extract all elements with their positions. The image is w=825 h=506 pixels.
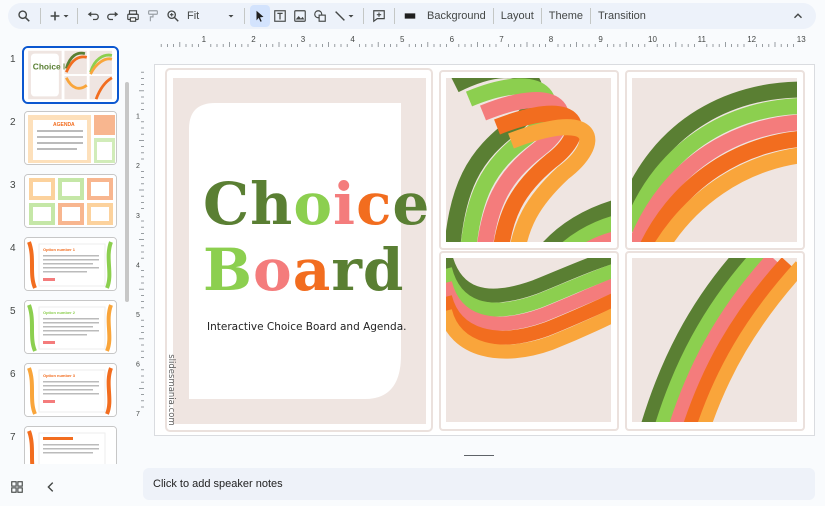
slide-number: 1 [10,54,16,65]
toolbar-divider [363,8,364,24]
search-menus-icon[interactable] [14,5,34,27]
add-comment-icon[interactable] [369,5,389,27]
slide-number: 4 [10,243,16,254]
slide-title[interactable]: Choice Board [203,175,430,299]
ruler-label: 5 [136,312,140,319]
toolbar-divider [244,8,245,24]
fill-color-icon[interactable] [400,5,420,27]
ruler-label: 11 [698,35,707,44]
print-icon[interactable] [123,5,143,27]
slide-number: 3 [10,180,16,191]
filmstrip-slide-3[interactable]: 3 [0,174,134,232]
ruler-label: 3 [136,213,140,220]
filmstrip-slide-5[interactable]: 5 Option number 2 [0,300,134,358]
filmstrip-slide-1[interactable]: 1 Choice Board [0,46,134,106]
ruler-label: 6 [450,35,455,44]
slide-number: 5 [10,306,16,317]
slide-thumbnail[interactable]: Option number 2 [24,300,117,354]
title-letter: i [333,170,357,238]
vertical-ruler: 1 2 3 4 5 6 7 [136,71,144,418]
filmstrip-slide-2[interactable]: 2 AGENDA [0,111,134,169]
ruler-label: 2 [136,163,140,170]
title-letter: c [356,170,393,238]
ruler-label: 4 [136,262,140,269]
filmstrip-slide-4[interactable]: 4 Option number 1 [0,237,134,295]
title-line-2: Board [203,241,430,299]
title-letter: o [253,236,293,304]
thumb-title: Option number 1 [43,247,76,252]
select-cursor-icon[interactable] [250,5,270,27]
thumb-title: Option number 3 [43,373,76,378]
slide-thumbnail[interactable]: Choice Board [22,46,119,104]
toolbar-divider [394,8,395,24]
ruler-label: 7 [499,35,504,44]
title-letter: C [203,170,251,238]
line-icon[interactable] [330,5,358,27]
ruler-label: 7 [136,411,140,418]
grid-view-icon[interactable] [10,480,24,499]
notes-resize-handle[interactable] [464,455,494,456]
slide-thumbnail[interactable] [24,174,117,228]
toolbar-divider [40,8,41,24]
filmstrip-controls [10,480,58,499]
ruler-label: 13 [797,35,806,44]
slide-thumbnail[interactable] [24,426,117,464]
title-letter: d [362,236,405,304]
background-button[interactable]: Background [420,5,493,27]
thumb-title: AGENDA [53,122,75,128]
ruler-label: 2 [251,35,256,44]
zoom-icon[interactable] [163,5,183,27]
ruler-label: 5 [400,35,405,44]
slide-thumbnail[interactable]: AGENDA [24,111,117,165]
ruler-label: 6 [136,362,140,369]
filmstrip-slide-6[interactable]: 6 Option number 3 [0,363,134,421]
ruler-label: 12 [747,35,756,44]
thumb-title: Option number 2 [43,310,76,315]
ruler-label: 10 [648,35,657,44]
title-letter: e [392,170,431,238]
undo-icon[interactable] [83,5,103,27]
slide-thumbnail[interactable]: Option number 1 [24,237,117,291]
ruler-label: 9 [598,35,603,44]
image-icon[interactable] [290,5,310,27]
zoom-value: Fit [187,10,200,22]
slide-number: 2 [10,117,16,128]
speaker-notes-input[interactable]: Click to add speaker notes [143,470,815,498]
filmstrip-scrollbar[interactable] [125,82,129,302]
zoom-select[interactable]: Fit [183,5,239,27]
title-letter: a [292,236,332,304]
text-box-icon[interactable] [270,5,290,27]
ruler-label: 4 [350,35,355,44]
title-letter: r [331,236,363,304]
layout-button[interactable]: Layout [494,5,541,27]
shape-icon[interactable] [310,5,330,27]
new-slide-button[interactable] [46,5,72,27]
ruler-label: 1 [136,114,140,121]
title-line-1: Choice [203,175,430,233]
slide-subtitle[interactable]: Interactive Choice Board and Agenda. [207,321,407,333]
chevron-up-icon[interactable] [788,5,808,27]
slide-number: 6 [10,369,16,380]
paint-format-icon[interactable] [143,5,163,27]
filmstrip-slide-7[interactable]: 7 [0,426,134,464]
theme-button[interactable]: Theme [542,5,590,27]
horizontal-ruler: 1 2 3 4 5 6 7 8 9 10 11 12 13 [160,35,806,47]
slide-filmstrip: 1 Choice Board 2 AGENDA 3 4 Option numbe… [0,34,134,464]
title-letter: o [293,170,334,238]
ruler-label: 3 [301,35,306,44]
slide-credit: slidesmania.com [166,354,176,426]
slide-number: 7 [10,432,16,443]
transition-button[interactable]: Transition [591,5,653,27]
collapse-filmstrip-icon[interactable] [44,480,58,499]
ruler-label: 1 [202,35,207,44]
ruler-label: 8 [549,35,554,44]
slide-canvas[interactable]: Choice Board Interactive Choice Board an… [154,64,815,436]
toolbar-divider [77,8,78,24]
slide-thumbnail[interactable]: Option number 3 [24,363,117,417]
title-letter: B [203,236,254,304]
redo-icon[interactable] [103,5,123,27]
title-letter: h [250,170,294,238]
toolbar: Fit Background Layout Theme Transition [8,3,816,29]
